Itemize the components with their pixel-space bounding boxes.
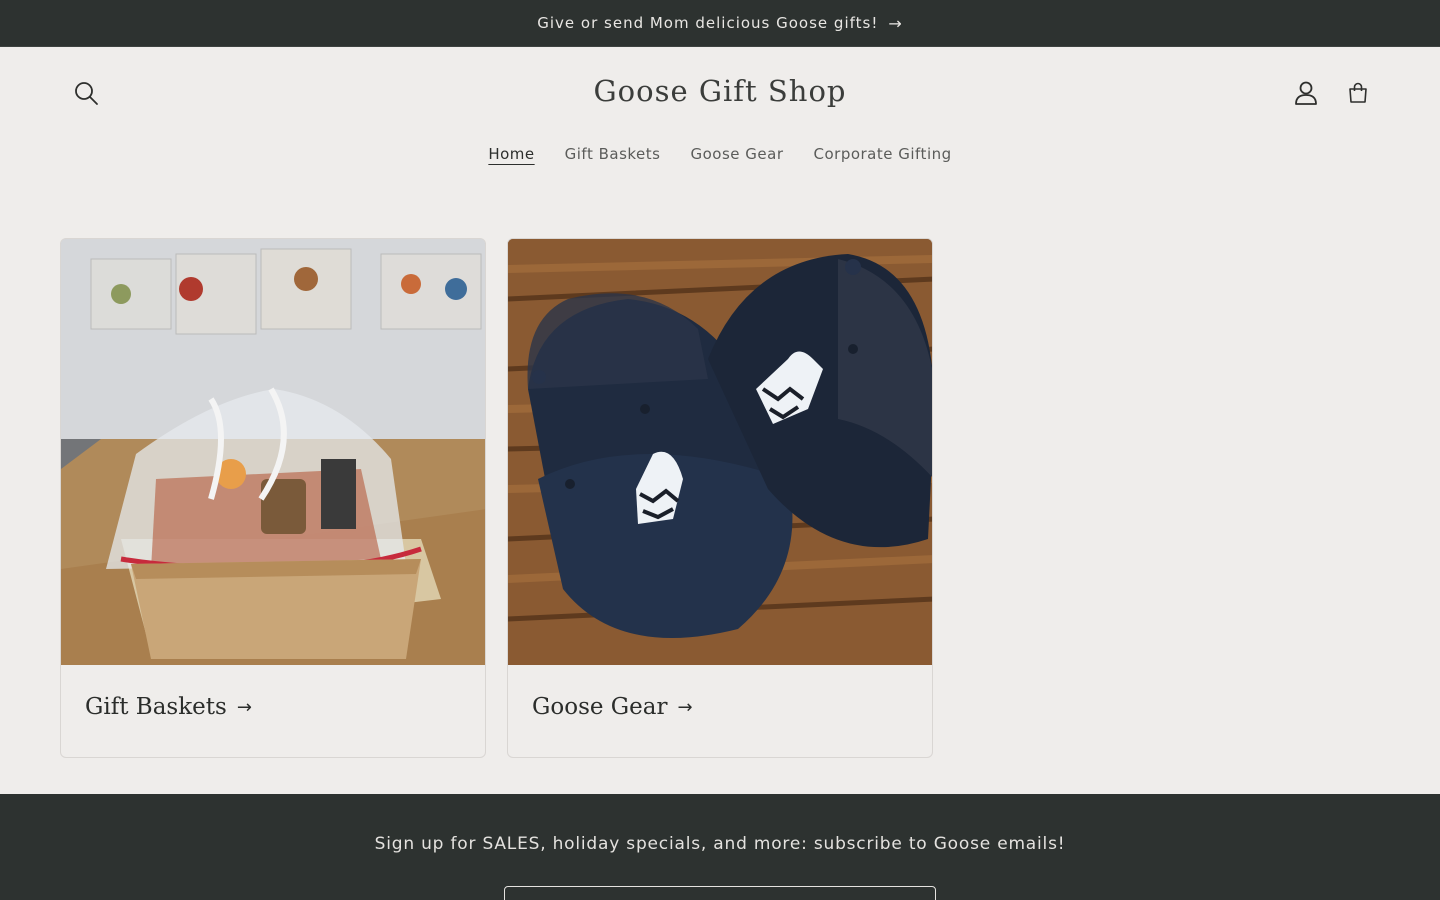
cart-icon (1349, 82, 1367, 103)
goose-gear-hats-image (508, 239, 932, 665)
site-logo[interactable]: Goose Gift Shop (0, 74, 1440, 108)
collection-card-gift-baskets[interactable]: Gift Baskets → (60, 238, 486, 758)
newsletter-section: Sign up for SALES, holiday specials, and… (0, 794, 1440, 900)
arrow-right-icon: → (236, 696, 252, 718)
newsletter-heading: Sign up for SALES, holiday specials, and… (374, 834, 1066, 854)
nav-item-goose-gear[interactable]: Goose Gear (690, 145, 783, 163)
nav-item-corporate-gifting[interactable]: Corporate Gifting (814, 145, 952, 163)
collection-title-text: Gift Baskets (85, 694, 227, 720)
gift-basket-image (61, 239, 485, 665)
collection-card-goose-gear[interactable]: Goose Gear → (507, 238, 933, 758)
site-header: Goose Gift Shop Home Gift Baskets Goose … (0, 47, 1440, 197)
account-button[interactable] (1290, 77, 1322, 109)
nav-item-home[interactable]: Home (488, 145, 534, 163)
arrow-right-icon: → (888, 13, 903, 33)
collection-title-text: Goose Gear (532, 694, 668, 720)
announcement-text: Give or send Mom delicious Goose gifts! (537, 14, 879, 32)
cart-button[interactable] (1342, 77, 1374, 109)
main-nav: Home Gift Baskets Goose Gear Corporate G… (0, 145, 1440, 163)
collection-title-gift-baskets[interactable]: Gift Baskets → (85, 694, 252, 720)
account-icon (1295, 81, 1317, 105)
arrow-right-icon: → (677, 696, 693, 718)
announcement-bar[interactable]: Give or send Mom delicious Goose gifts! … (0, 0, 1440, 47)
collection-title-goose-gear[interactable]: Goose Gear → (532, 694, 693, 720)
nav-item-gift-baskets[interactable]: Gift Baskets (565, 145, 661, 163)
newsletter-email-input[interactable] (504, 886, 936, 900)
